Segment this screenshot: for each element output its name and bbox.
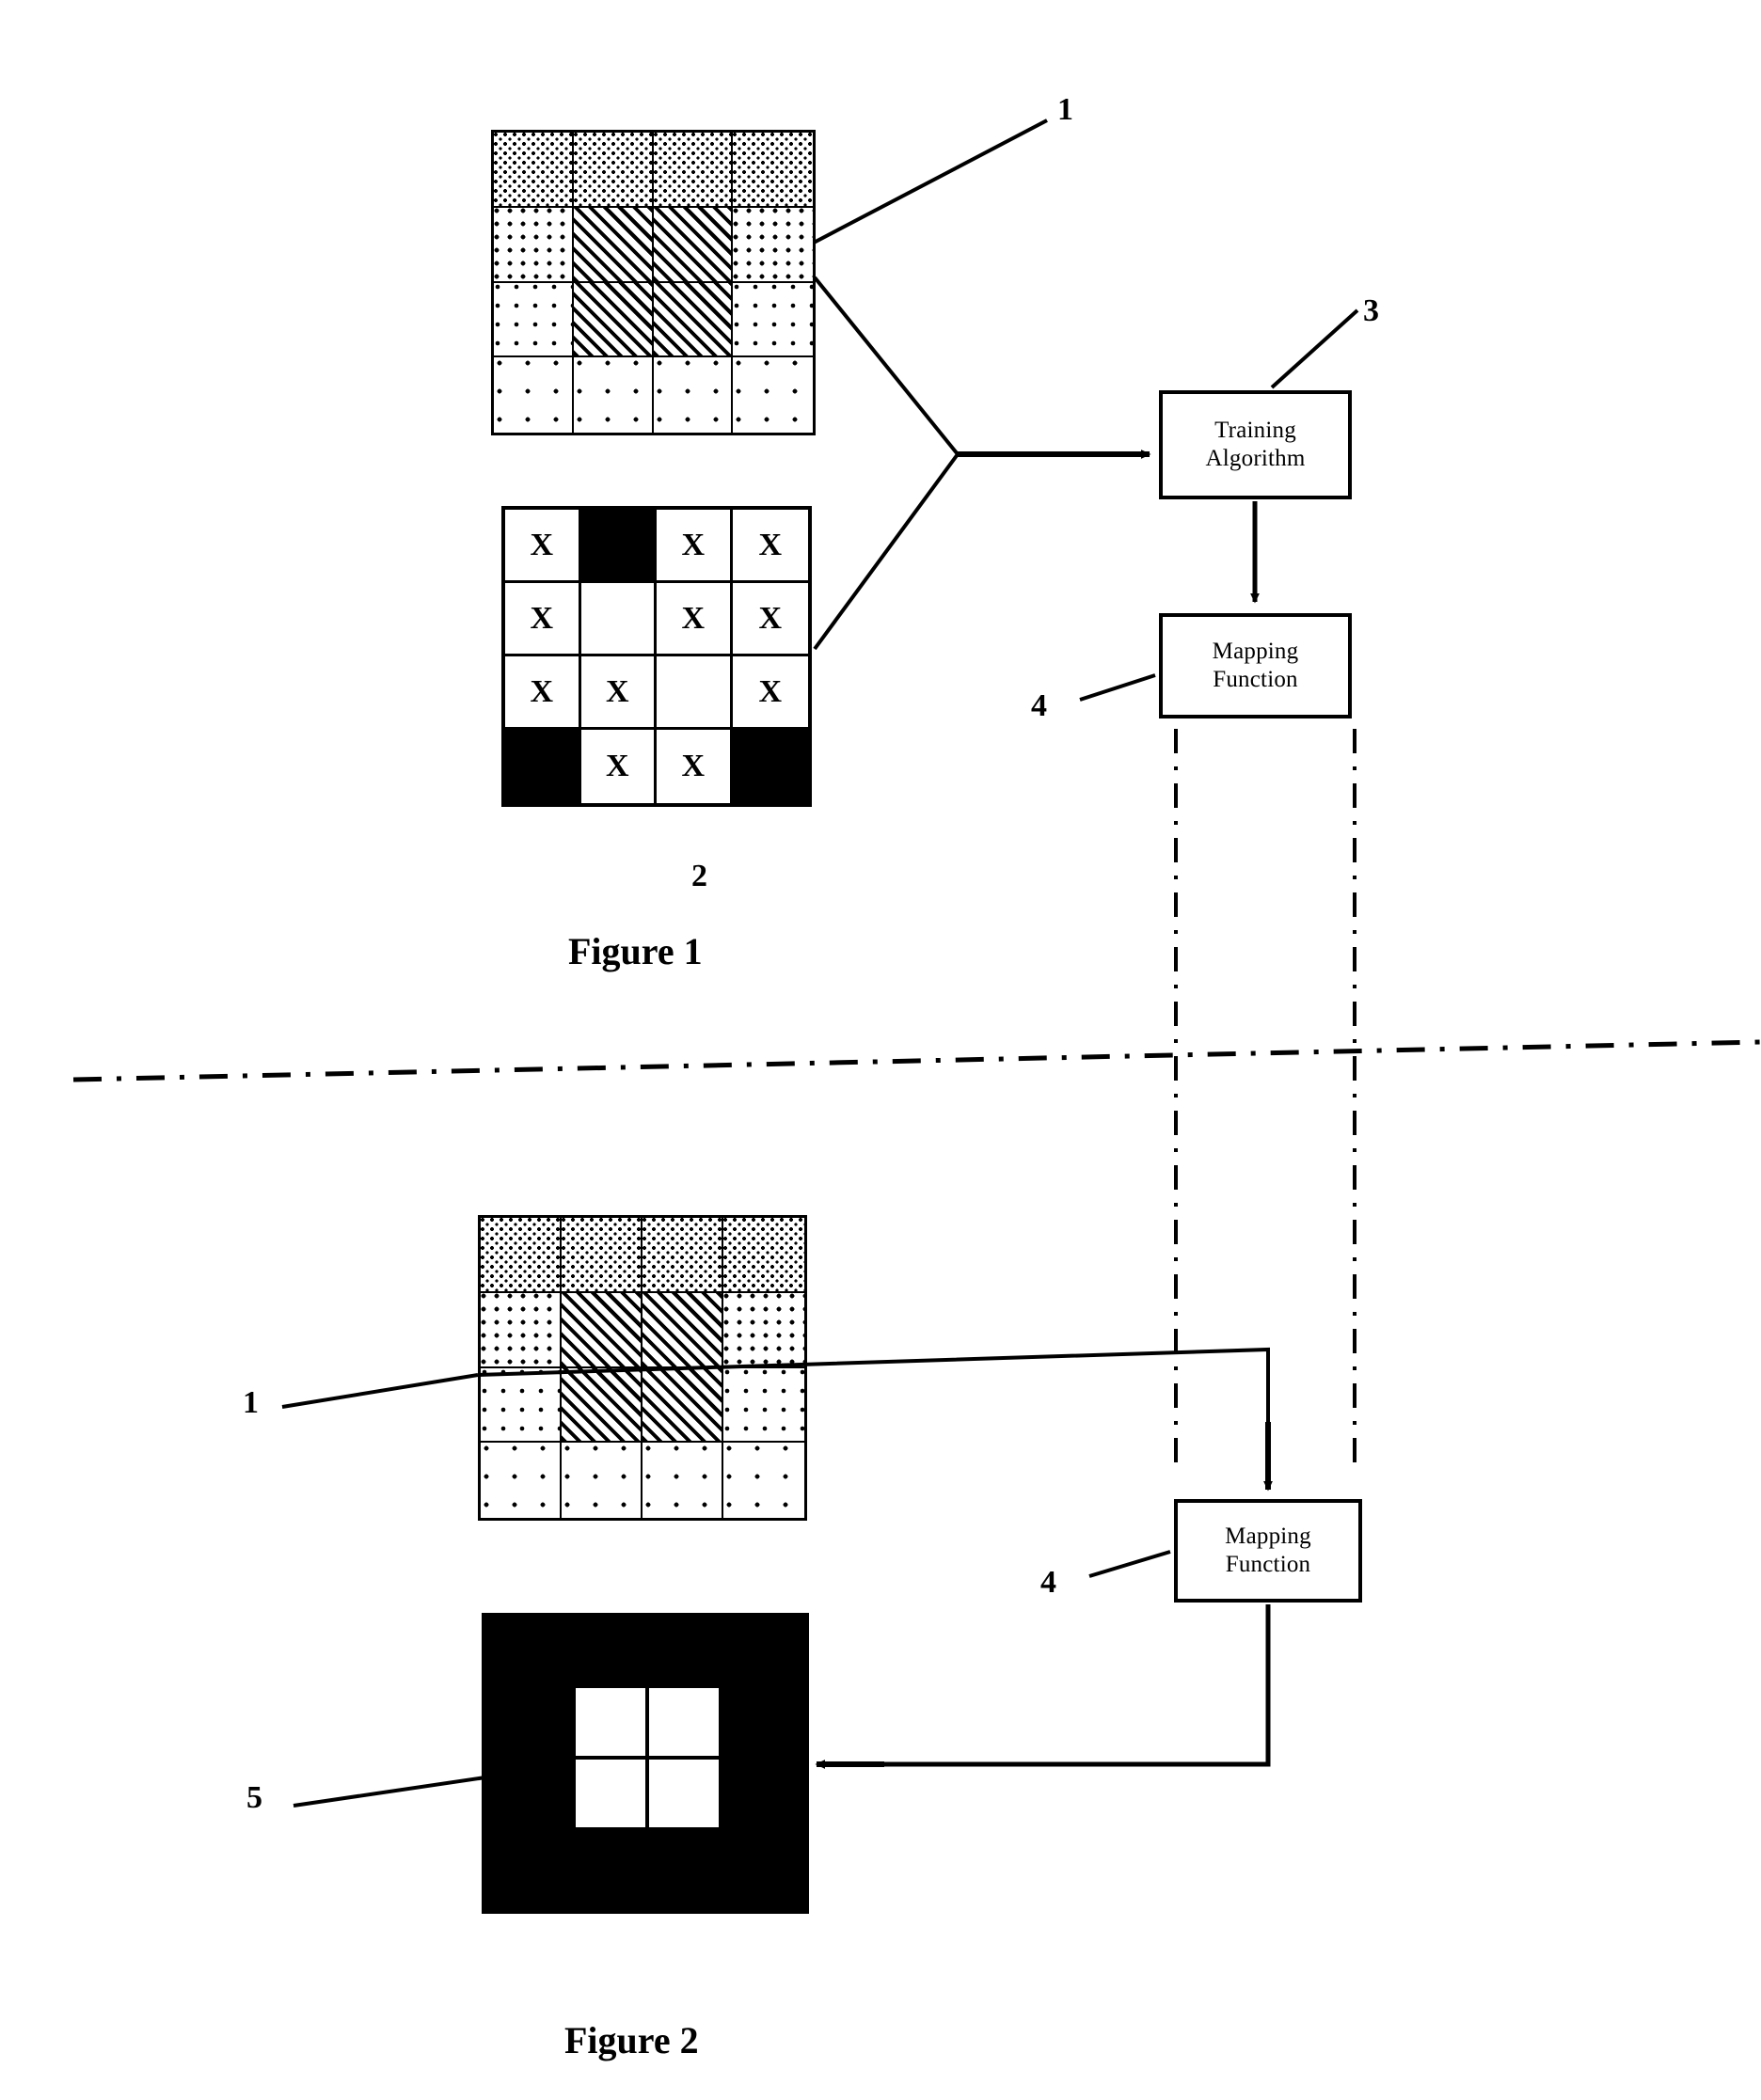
texture-cell-sparse: [494, 282, 574, 358]
line-mapping-fig2-to-output: [847, 1604, 1271, 1767]
texture-cell-hatch: [562, 1367, 643, 1444]
texture-cell-dense: [723, 1218, 804, 1293]
texture-image-grid-fig2: [478, 1215, 807, 1521]
mask-cell-marked: X: [657, 730, 733, 803]
texture-cell-medium: [481, 1292, 562, 1368]
texture-cell-dense: [653, 133, 734, 208]
leader-line-ref-4-fig1: [1079, 673, 1156, 702]
texture-cell-vsparse: [573, 357, 654, 433]
texture-cell-dense: [733, 133, 813, 208]
ref-numeral-3-fig1: 3: [1363, 293, 1379, 328]
mask-cell-marked: X: [657, 583, 733, 656]
training-algorithm-line2: Algorithm: [1205, 446, 1306, 471]
figure-separator-line: [72, 1039, 1761, 1082]
mapping-function-fig1-line1: Mapping: [1212, 638, 1299, 664]
texture-cell-hatch: [653, 207, 734, 283]
texture-cell-hatch: [643, 1367, 723, 1444]
mask-cell-marked: X: [657, 510, 733, 583]
texture-cell-vsparse: [494, 357, 574, 433]
ref-numeral-1-fig2: 1: [243, 1385, 259, 1420]
mask-cell-marked: X: [505, 510, 581, 583]
texture-cell-sparse: [481, 1367, 562, 1444]
leader-line-ref-4-fig2: [1088, 1550, 1171, 1578]
texture-cell-dense: [562, 1218, 643, 1293]
mask-cell-black: [505, 730, 581, 803]
ref-numeral-2-fig1: 2: [691, 859, 707, 893]
ref-numeral-4-fig2: 4: [1040, 1565, 1056, 1600]
mask-cell-black: [732, 730, 808, 803]
mask-cell-marked: X: [580, 656, 657, 730]
mask-cell-marked: X: [732, 656, 808, 730]
texture-cell-dense: [481, 1218, 562, 1293]
texture-image-grid-fig1: [491, 130, 816, 435]
mask-cell-marked: X: [505, 656, 581, 730]
texture-cell-vsparse: [653, 357, 734, 433]
leader-line-ref-1-fig2: [281, 1373, 479, 1409]
texture-cell-medium: [733, 207, 813, 283]
mask-cell-marked: X: [732, 510, 808, 583]
ref-numeral-1-fig1: 1: [1057, 92, 1073, 127]
mask-cell-empty: [580, 583, 657, 656]
texture-cell-dense: [643, 1218, 723, 1293]
texture-cell-hatch: [562, 1292, 643, 1368]
figure-2-caption: Figure 2: [564, 2019, 699, 2061]
output-cell-white: [649, 1688, 719, 1756]
texture-cell-hatch: [573, 282, 654, 358]
mapping-function-box-fig2[interactable]: Mapping Function: [1174, 1499, 1362, 1603]
merge-line-from-mask-grid: [813, 452, 960, 651]
texture-cell-medium: [723, 1292, 804, 1368]
output-image: [482, 1613, 809, 1914]
mapping-function-fig1-line2: Function: [1213, 667, 1298, 692]
mask-cell-marked: X: [732, 583, 808, 656]
ref-numeral-5-fig2: 5: [246, 1780, 262, 1815]
texture-cell-medium: [494, 207, 574, 283]
ref-numeral-4-fig1: 4: [1031, 688, 1047, 723]
mask-grid-fig1: XXXXXXXXXXX: [501, 506, 812, 807]
training-algorithm-line1: Training: [1214, 417, 1296, 443]
texture-cell-hatch: [653, 282, 734, 358]
texture-cell-vsparse: [643, 1443, 723, 1518]
output-cell-white: [576, 1688, 645, 1756]
mask-cell-marked: X: [505, 583, 581, 656]
texture-cell-sparse: [733, 282, 813, 358]
texture-cell-dense: [573, 133, 654, 208]
leader-line-ref-3: [1270, 308, 1359, 389]
texture-cell-sparse: [723, 1367, 804, 1444]
texture-cell-vsparse: [481, 1443, 562, 1518]
training-algorithm-box[interactable]: Training Algorithm: [1159, 390, 1352, 499]
texture-cell-vsparse: [733, 357, 813, 433]
output-cell-white: [576, 1760, 645, 1827]
mapping-function-fig2-line1: Mapping: [1225, 1523, 1311, 1549]
merge-line-from-texture-grid: [813, 276, 960, 456]
texture-cell-vsparse: [562, 1443, 643, 1518]
mask-cell-empty: [657, 656, 733, 730]
leader-line-ref-1-fig1: [813, 118, 1048, 245]
texture-cell-hatch: [573, 207, 654, 283]
figure-1-caption: Figure 1: [568, 930, 703, 972]
output-cell-white: [649, 1760, 719, 1827]
mask-cell-marked: X: [580, 730, 657, 803]
output-image-center-window: [576, 1688, 719, 1827]
leader-line-ref-5: [293, 1776, 486, 1808]
texture-cell-vsparse: [723, 1443, 804, 1518]
mapping-function-box-fig1[interactable]: Mapping Function: [1159, 613, 1352, 718]
connector-overlay: [72, 118, 1761, 1808]
texture-cell-hatch: [643, 1292, 723, 1368]
mapping-function-fig2-line2: Function: [1225, 1552, 1311, 1577]
texture-cell-dense: [494, 133, 574, 208]
mask-cell-black: [580, 510, 657, 583]
